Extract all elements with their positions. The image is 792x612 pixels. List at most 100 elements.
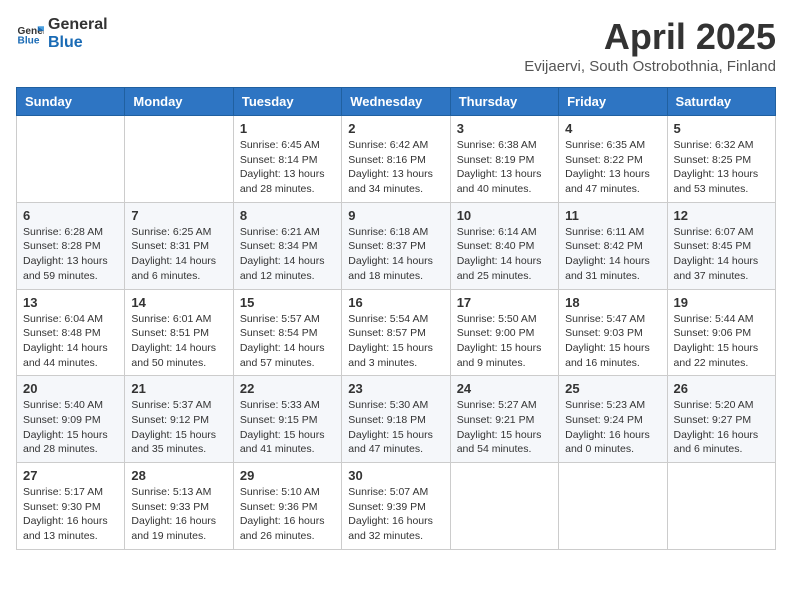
calendar-day-cell: 28 Sunrise: 5:13 AM Sunset: 9:33 PM Dayli…: [125, 463, 233, 550]
calendar-day-cell: 30 Sunrise: 5:07 AM Sunset: 9:39 PM Dayli…: [342, 463, 450, 550]
day-info: Sunrise: 5:07 AM Sunset: 9:39 PM Dayligh…: [348, 485, 443, 544]
day-number: 17: [457, 295, 552, 310]
day-info: Sunrise: 6:38 AM Sunset: 8:19 PM Dayligh…: [457, 138, 552, 197]
day-number: 20: [23, 381, 118, 396]
calendar-day-cell: 4 Sunrise: 6:35 AM Sunset: 8:22 PM Daylig…: [559, 116, 667, 203]
calendar-week-row: 6 Sunrise: 6:28 AM Sunset: 8:28 PM Daylig…: [17, 202, 776, 289]
calendar-day-cell: 25Sunrise: 5:23 AM Sunset: 9:24 PM Dayli…: [559, 376, 667, 463]
day-number: 25: [565, 381, 660, 396]
day-info: Sunrise: 6:25 AM Sunset: 8:31 PM Dayligh…: [131, 225, 226, 284]
day-info: Sunrise: 6:35 AM Sunset: 8:22 PM Dayligh…: [565, 138, 660, 197]
day-number: 24: [457, 381, 552, 396]
calendar-day-cell: 12 Sunrise: 6:07 AM Sunset: 8:45 PM Dayli…: [667, 202, 775, 289]
day-number: 1: [240, 121, 335, 136]
logo-icon: General Blue: [16, 20, 44, 48]
calendar-day-cell: 9 Sunrise: 6:18 AM Sunset: 8:37 PM Daylig…: [342, 202, 450, 289]
day-info: Sunrise: 5:54 AM Sunset: 8:57 PM Dayligh…: [348, 312, 443, 371]
day-number: 6: [23, 208, 118, 223]
day-info: Sunrise: 5:40 AM Sunset: 9:09 PM Dayligh…: [23, 398, 118, 457]
day-number: 10: [457, 208, 552, 223]
calendar-week-row: 20 Sunrise: 5:40 AM Sunset: 9:09 PM Dayli…: [17, 376, 776, 463]
day-info: Sunrise: 6:28 AM Sunset: 8:28 PM Dayligh…: [23, 225, 118, 284]
day-info: Sunrise: 6:11 AM Sunset: 8:42 PM Dayligh…: [565, 225, 660, 284]
day-info: Sunrise: 5:50 AM Sunset: 9:00 PM Dayligh…: [457, 312, 552, 371]
day-number: 7: [131, 208, 226, 223]
day-info: Sunrise: 5:44 AM Sunset: 9:06 PM Dayligh…: [674, 312, 769, 371]
calendar-day-cell: 23Sunrise: 5:30 AM Sunset: 9:18 PM Dayli…: [342, 376, 450, 463]
calendar-day-cell: 21 Sunrise: 5:37 AM Sunset: 9:12 PM Dayli…: [125, 376, 233, 463]
calendar-day-cell: 5Sunrise: 6:32 AM Sunset: 8:25 PM Daylig…: [667, 116, 775, 203]
day-number: 30: [348, 468, 443, 483]
day-number: 22: [240, 381, 335, 396]
day-number: 5: [674, 121, 769, 136]
calendar-day-cell: 13 Sunrise: 6:04 AM Sunset: 8:48 PM Dayli…: [17, 289, 125, 376]
day-info: Sunrise: 6:04 AM Sunset: 8:48 PM Dayligh…: [23, 312, 118, 371]
day-number: 13: [23, 295, 118, 310]
day-info: Sunrise: 6:07 AM Sunset: 8:45 PM Dayligh…: [674, 225, 769, 284]
calendar-day-cell: 19 Sunrise: 5:44 AM Sunset: 9:06 PM Dayli…: [667, 289, 775, 376]
weekday-header-cell: Tuesday: [233, 88, 341, 116]
day-info: Sunrise: 5:27 AM Sunset: 9:21 PM Dayligh…: [457, 398, 552, 457]
calendar-week-row: 1 Sunrise: 6:45 AM Sunset: 8:14 PM Daylig…: [17, 116, 776, 203]
logo-line2: Blue: [48, 34, 108, 52]
calendar-day-cell: 6 Sunrise: 6:28 AM Sunset: 8:28 PM Daylig…: [17, 202, 125, 289]
weekday-header-cell: Sunday: [17, 88, 125, 116]
calendar: SundayMondayTuesdayWednesdayThursdayFrid…: [16, 87, 776, 550]
day-number: 2: [348, 121, 443, 136]
logo: General Blue General Blue: [16, 16, 108, 51]
calendar-day-cell: 20 Sunrise: 5:40 AM Sunset: 9:09 PM Dayli…: [17, 376, 125, 463]
day-number: 8: [240, 208, 335, 223]
day-info: Sunrise: 5:13 AM Sunset: 9:33 PM Dayligh…: [131, 485, 226, 544]
calendar-day-cell: [559, 463, 667, 550]
calendar-day-cell: 14 Sunrise: 6:01 AM Sunset: 8:51 PM Dayli…: [125, 289, 233, 376]
location-title: Evijaervi, South Ostrobothnia, Finland: [524, 58, 776, 75]
day-info: Sunrise: 6:01 AM Sunset: 8:51 PM Dayligh…: [131, 312, 226, 371]
calendar-day-cell: 1 Sunrise: 6:45 AM Sunset: 8:14 PM Daylig…: [233, 116, 341, 203]
calendar-day-cell: [17, 116, 125, 203]
calendar-day-cell: 29 Sunrise: 5:10 AM Sunset: 9:36 PM Dayli…: [233, 463, 341, 550]
day-number: 27: [23, 468, 118, 483]
calendar-day-cell: 2 Sunrise: 6:42 AM Sunset: 8:16 PM Daylig…: [342, 116, 450, 203]
day-number: 15: [240, 295, 335, 310]
weekday-header-cell: Friday: [559, 88, 667, 116]
day-info: Sunrise: 5:47 AM Sunset: 9:03 PM Dayligh…: [565, 312, 660, 371]
day-number: 4: [565, 121, 660, 136]
day-number: 28: [131, 468, 226, 483]
day-info: Sunrise: 6:14 AM Sunset: 8:40 PM Dayligh…: [457, 225, 552, 284]
weekday-header-cell: Monday: [125, 88, 233, 116]
day-number: 19: [674, 295, 769, 310]
day-number: 18: [565, 295, 660, 310]
calendar-body: 1 Sunrise: 6:45 AM Sunset: 8:14 PM Daylig…: [17, 116, 776, 550]
day-number: 11: [565, 208, 660, 223]
calendar-day-cell: 26Sunrise: 5:20 AM Sunset: 9:27 PM Dayli…: [667, 376, 775, 463]
logo-line1: General: [48, 16, 108, 34]
calendar-day-cell: 22 Sunrise: 5:33 AM Sunset: 9:15 PM Dayli…: [233, 376, 341, 463]
day-number: 12: [674, 208, 769, 223]
day-number: 14: [131, 295, 226, 310]
weekday-header-row: SundayMondayTuesdayWednesdayThursdayFrid…: [17, 88, 776, 116]
weekday-header-cell: Saturday: [667, 88, 775, 116]
day-number: 3: [457, 121, 552, 136]
calendar-day-cell: 10 Sunrise: 6:14 AM Sunset: 8:40 PM Dayli…: [450, 202, 558, 289]
calendar-week-row: 27 Sunrise: 5:17 AM Sunset: 9:30 PM Dayli…: [17, 463, 776, 550]
calendar-day-cell: 8Sunrise: 6:21 AM Sunset: 8:34 PM Daylig…: [233, 202, 341, 289]
day-number: 9: [348, 208, 443, 223]
day-number: 29: [240, 468, 335, 483]
day-info: Sunrise: 5:17 AM Sunset: 9:30 PM Dayligh…: [23, 485, 118, 544]
day-info: Sunrise: 5:37 AM Sunset: 9:12 PM Dayligh…: [131, 398, 226, 457]
calendar-day-cell: [667, 463, 775, 550]
calendar-day-cell: 7 Sunrise: 6:25 AM Sunset: 8:31 PM Daylig…: [125, 202, 233, 289]
day-info: Sunrise: 5:30 AM Sunset: 9:18 PM Dayligh…: [348, 398, 443, 457]
day-info: Sunrise: 6:42 AM Sunset: 8:16 PM Dayligh…: [348, 138, 443, 197]
calendar-day-cell: 18 Sunrise: 5:47 AM Sunset: 9:03 PM Dayli…: [559, 289, 667, 376]
calendar-day-cell: 3 Sunrise: 6:38 AM Sunset: 8:19 PM Daylig…: [450, 116, 558, 203]
day-info: Sunrise: 5:33 AM Sunset: 9:15 PM Dayligh…: [240, 398, 335, 457]
calendar-day-cell: [125, 116, 233, 203]
day-info: Sunrise: 6:18 AM Sunset: 8:37 PM Dayligh…: [348, 225, 443, 284]
day-number: 26: [674, 381, 769, 396]
day-number: 21: [131, 381, 226, 396]
day-info: Sunrise: 5:10 AM Sunset: 9:36 PM Dayligh…: [240, 485, 335, 544]
weekday-header-cell: Thursday: [450, 88, 558, 116]
title-area: April 2025 Evijaervi, South Ostrobothnia…: [524, 16, 776, 75]
day-info: Sunrise: 6:45 AM Sunset: 8:14 PM Dayligh…: [240, 138, 335, 197]
